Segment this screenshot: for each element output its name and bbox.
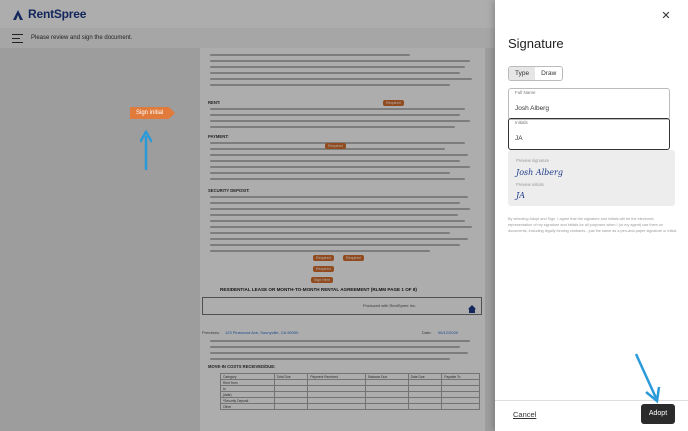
signature-mode-toggle: Type Draw xyxy=(508,66,564,81)
preview-initials-label: Preview initials xyxy=(516,182,544,187)
adopt-button[interactable]: Adopt xyxy=(641,404,675,424)
preview-signature-label: Preview signature xyxy=(516,158,550,163)
legal-disclaimer: By selecting Adopt and Sign, I agree tha… xyxy=(508,217,678,233)
arrow-down-icon xyxy=(634,353,661,404)
arrow-up-icon xyxy=(140,130,152,170)
panel-title: Signature xyxy=(508,36,564,51)
modal-overlay xyxy=(0,0,495,431)
signature-preview: Preview signature Josh Alberg Preview in… xyxy=(508,150,675,206)
full-name-field[interactable]: Full Name Josh Alberg xyxy=(508,88,670,120)
initials-value: JA xyxy=(515,135,523,142)
document-viewer: RentSpree Please review and sign the doc… xyxy=(0,0,495,431)
full-name-value: Josh Alberg xyxy=(515,105,549,112)
tab-type[interactable]: Type xyxy=(509,67,536,80)
initials-label: Initials xyxy=(515,120,528,125)
cancel-button[interactable]: Cancel xyxy=(513,410,536,419)
close-icon[interactable]: ✕ xyxy=(660,10,672,22)
initials-field[interactable]: Initials JA xyxy=(508,118,670,150)
tab-draw[interactable]: Draw xyxy=(535,67,562,80)
preview-initials: JA xyxy=(516,191,525,200)
sign-initial-button[interactable]: Sign initial xyxy=(130,107,176,119)
full-name-label: Full Name xyxy=(515,90,536,95)
preview-signature: Josh Alberg xyxy=(516,168,563,177)
